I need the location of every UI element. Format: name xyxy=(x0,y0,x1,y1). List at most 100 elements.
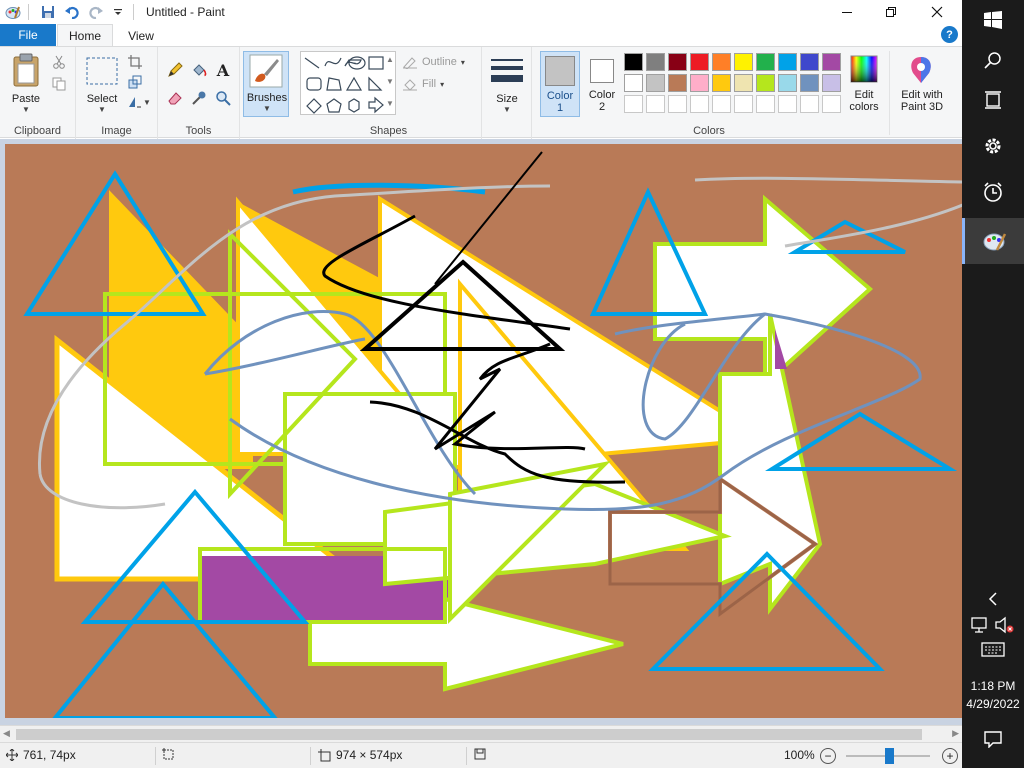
shapes-expand-icon[interactable]: ▼ xyxy=(386,99,394,108)
palette-swatch[interactable] xyxy=(800,74,819,92)
minimize-button[interactable] xyxy=(824,0,870,24)
palette-swatch[interactable] xyxy=(756,53,775,71)
custom-color-slot[interactable] xyxy=(668,95,687,113)
search-button[interactable] xyxy=(962,40,1024,80)
palette-swatch[interactable] xyxy=(756,74,775,92)
zoom-in-button[interactable]: + xyxy=(942,748,958,764)
copy-icon[interactable] xyxy=(50,75,68,93)
palette-swatch[interactable] xyxy=(822,53,841,71)
magnifier-icon[interactable] xyxy=(214,89,232,107)
brushes-dropdown-icon[interactable]: ▼ xyxy=(244,104,290,113)
custom-color-slot[interactable] xyxy=(734,95,753,113)
tab-home[interactable]: Home xyxy=(57,24,113,47)
tab-file[interactable]: File xyxy=(0,24,56,46)
custom-color-slot[interactable] xyxy=(646,95,665,113)
custom-color-slot[interactable] xyxy=(800,95,819,113)
palette-swatch[interactable] xyxy=(712,53,731,71)
custom-color-slot[interactable] xyxy=(778,95,797,113)
network-icon[interactable] xyxy=(970,616,990,634)
color1-button[interactable]: Color 1 xyxy=(540,51,580,117)
volume-muted-icon[interactable] xyxy=(994,616,1016,634)
paste-button[interactable]: Paste ▼ xyxy=(6,51,46,115)
edit-colors-label-2: colors xyxy=(849,101,879,113)
color-picker-icon[interactable] xyxy=(190,89,208,107)
palette-swatch[interactable] xyxy=(624,74,643,92)
custom-color-slot[interactable] xyxy=(756,95,775,113)
zoom-level: 100% xyxy=(784,748,815,762)
shapes-scroll-up-icon[interactable]: ▲ xyxy=(386,55,394,64)
scroll-right-icon[interactable]: ▶ xyxy=(952,728,959,739)
task-view-button[interactable] xyxy=(962,80,1024,120)
text-tool-icon[interactable]: A xyxy=(214,61,232,80)
tab-view[interactable]: View xyxy=(118,24,164,47)
palette-swatch[interactable] xyxy=(668,53,687,71)
taskbar-paint-app[interactable] xyxy=(962,218,1024,264)
palette-swatch[interactable] xyxy=(778,53,797,71)
scroll-left-icon[interactable]: ◀ xyxy=(3,728,10,739)
zoom-out-button[interactable]: − xyxy=(820,748,836,764)
outline-button[interactable]: Outline ▾ xyxy=(402,55,465,69)
zoom-slider-thumb[interactable] xyxy=(884,748,894,764)
clock-date[interactable]: 4/29/2022 xyxy=(962,697,1024,711)
color1-swatch xyxy=(545,56,575,86)
palette-swatch[interactable] xyxy=(822,74,841,92)
edit-colors-button[interactable]: Edit colors xyxy=(844,51,884,117)
action-center-button[interactable] xyxy=(962,720,1024,758)
canvas-workspace xyxy=(0,139,962,725)
select-dropdown-icon[interactable]: ▼ xyxy=(80,105,124,114)
palette-swatch[interactable] xyxy=(734,53,753,71)
paint3d-divider xyxy=(889,51,890,135)
fill-bucket-icon[interactable] xyxy=(190,61,208,79)
customize-quick-access-icon[interactable] xyxy=(109,3,127,21)
custom-color-slot[interactable] xyxy=(712,95,731,113)
resize-icon[interactable] xyxy=(126,73,144,91)
undo-icon[interactable] xyxy=(63,3,81,21)
select-button[interactable]: Select ▼ xyxy=(80,51,124,115)
eraser-icon[interactable] xyxy=(166,89,184,107)
palette-swatch[interactable] xyxy=(712,74,731,92)
touch-keyboard-icon[interactable] xyxy=(981,642,1005,658)
fill-button[interactable]: Fill ▾ xyxy=(402,77,444,91)
palette-swatch[interactable] xyxy=(778,74,797,92)
zoom-slider[interactable] xyxy=(846,748,930,764)
pencil-icon[interactable] xyxy=(166,61,184,79)
palette-swatch[interactable] xyxy=(624,53,643,71)
rotate-icon[interactable]: ▼ xyxy=(126,93,152,111)
clock-time[interactable]: 1:18 PM xyxy=(962,679,1024,693)
custom-color-slot[interactable] xyxy=(822,95,841,113)
crop-icon[interactable] xyxy=(126,53,144,71)
brushes-button[interactable]: Brushes ▼ xyxy=(243,51,289,117)
shapes-scroll-down-icon[interactable]: ▼ xyxy=(386,77,394,86)
taskbar-alarms-app[interactable] xyxy=(962,172,1024,212)
size-button[interactable]: Size ▼ xyxy=(486,51,528,117)
close-button[interactable] xyxy=(914,0,960,24)
drawing-canvas[interactable] xyxy=(5,144,962,720)
palette-swatch[interactable] xyxy=(690,53,709,71)
show-hidden-icons-button[interactable] xyxy=(962,580,1024,618)
restore-button[interactable] xyxy=(868,0,914,24)
palette-swatch[interactable] xyxy=(734,74,753,92)
cut-icon[interactable] xyxy=(50,53,68,71)
palette-swatch[interactable] xyxy=(800,53,819,71)
size-dropdown-icon[interactable]: ▼ xyxy=(486,105,528,114)
custom-color-slot[interactable] xyxy=(690,95,709,113)
color2-button[interactable]: Color 2 xyxy=(584,51,620,117)
custom-color-slot[interactable] xyxy=(624,95,643,113)
scrollbar-thumb[interactable] xyxy=(16,729,922,740)
shapes-group: ▲ ▼ ▼ Outline ▾ Fill ▾ Shapes xyxy=(296,47,482,139)
save-icon[interactable] xyxy=(39,3,57,21)
shapes-gallery[interactable] xyxy=(300,51,396,115)
palette-swatch[interactable] xyxy=(690,74,709,92)
paint-app-icon[interactable] xyxy=(4,3,22,21)
horizontal-scrollbar[interactable]: ◀ ▶ xyxy=(0,725,962,742)
redo-icon[interactable] xyxy=(87,3,105,21)
paste-dropdown-icon[interactable]: ▼ xyxy=(6,105,46,114)
palette-swatch[interactable] xyxy=(668,74,687,92)
start-button[interactable] xyxy=(962,0,1024,40)
palette-swatch[interactable] xyxy=(646,74,665,92)
edit-with-paint3d-button[interactable]: Edit with Paint 3D xyxy=(894,51,950,117)
white-arrow xyxy=(718,313,823,615)
taskbar-settings-app[interactable] xyxy=(962,126,1024,166)
help-button[interactable]: ? xyxy=(941,26,958,43)
palette-swatch[interactable] xyxy=(646,53,665,71)
